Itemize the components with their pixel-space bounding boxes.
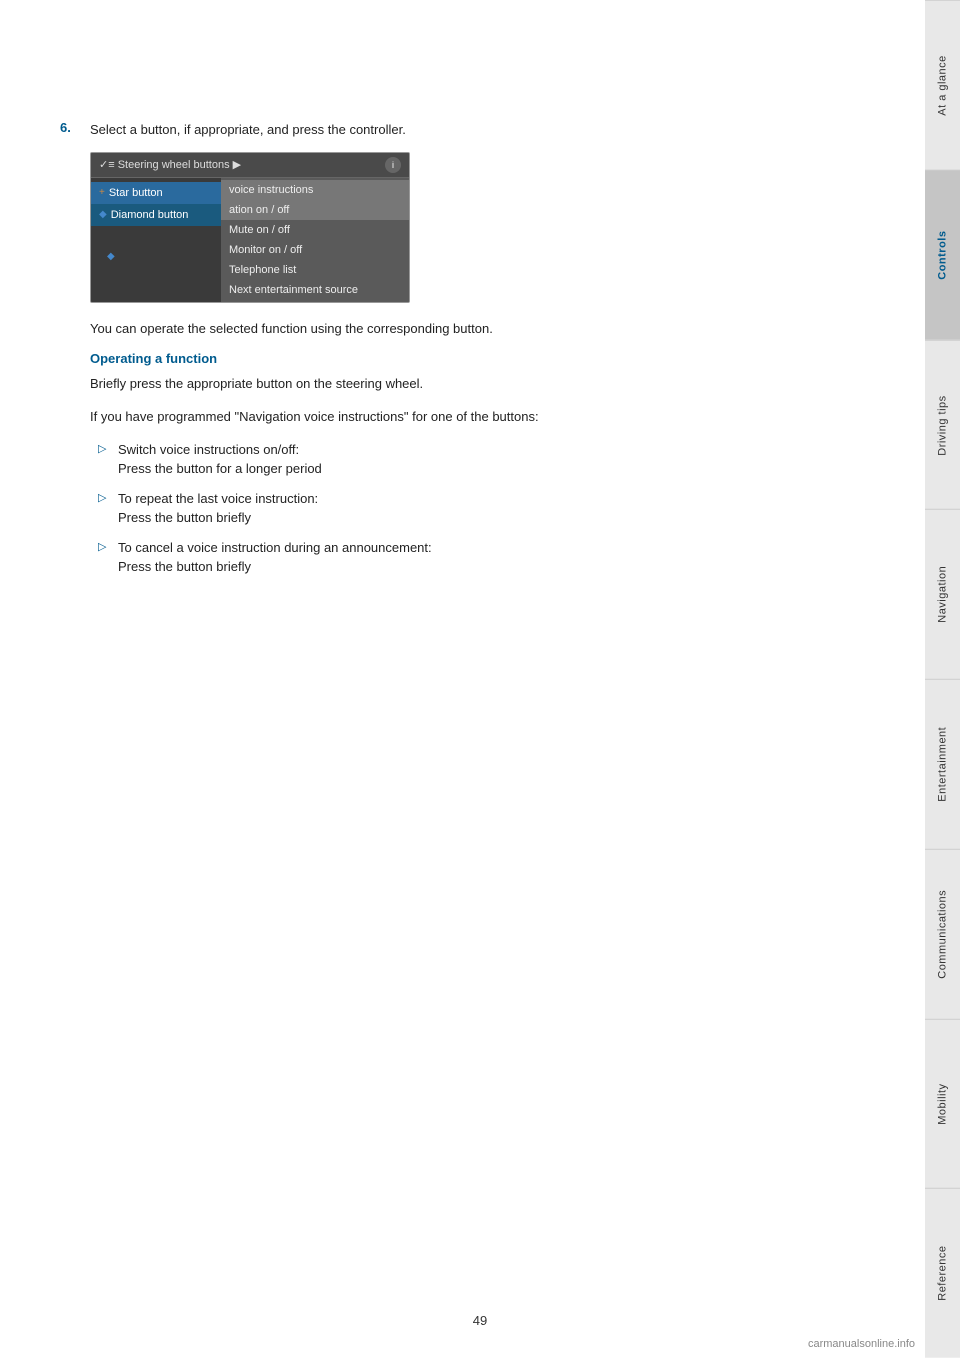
- ui-sidebar: + Star button ◆ Diamond button ◆: [91, 178, 221, 302]
- tab-controls[interactable]: Controls: [925, 170, 960, 340]
- watermark: carmanualsonline.info: [808, 1338, 915, 1350]
- sidebar-empty1: [91, 226, 221, 246]
- tab-reference[interactable]: Reference: [925, 1188, 960, 1358]
- para2: Briefly press the appropriate button on …: [90, 374, 830, 395]
- sidebar-diamond-button[interactable]: ◆ Diamond button: [91, 204, 221, 226]
- tab-controls-label: Controls: [937, 231, 949, 280]
- tab-navigation-label: Navigation: [937, 566, 949, 623]
- bullet-arrow-3: ▷: [98, 540, 110, 553]
- step-number: 6.: [60, 120, 80, 587]
- tab-reference-label: Reference: [937, 1246, 949, 1301]
- ui-mockup: ✓≡ Steering wheel buttons ▶ i + Star but…: [90, 152, 410, 303]
- bullet-item-3: ▷ To cancel a voice instruction during a…: [98, 538, 830, 577]
- bullet-content-3: To cancel a voice instruction during an …: [118, 538, 432, 577]
- diamond-icon: ◆: [99, 209, 107, 220]
- bullet-item-1: ▷ Switch voice instructions on/off: Pres…: [98, 440, 830, 479]
- bullet-sub-1: Press the button for a longer period: [118, 461, 322, 476]
- main-content: 6. Select a button, if appropriate, and …: [60, 120, 890, 603]
- menu-ation-on-off[interactable]: ation on / off: [221, 200, 409, 220]
- bullet-list: ▷ Switch voice instructions on/off: Pres…: [98, 440, 830, 577]
- step-text: Select a button, if appropriate, and pre…: [90, 120, 830, 140]
- menu-voice-instructions[interactable]: voice instructions: [221, 180, 409, 200]
- bullet-main-3: To cancel a voice instruction during an …: [118, 540, 432, 555]
- bullet-main-2: To repeat the last voice instruction:: [118, 491, 318, 506]
- sidebar-star-button[interactable]: + Star button: [91, 182, 221, 204]
- bullet-arrow-2: ▷: [98, 491, 110, 504]
- tab-driving-tips[interactable]: Driving tips: [925, 340, 960, 510]
- para3: If you have programmed "Navigation voice…: [90, 407, 830, 428]
- bullet-content-2: To repeat the last voice instruction: Pr…: [118, 489, 318, 528]
- tab-at-a-glance[interactable]: At a glance: [925, 0, 960, 170]
- right-tabs: At a glance Controls Driving tips Naviga…: [925, 0, 960, 1358]
- step-6: 6. Select a button, if appropriate, and …: [60, 120, 830, 587]
- ui-header: ✓≡ Steering wheel buttons ▶ i: [91, 153, 409, 178]
- bullet-sub-3: Press the button briefly: [118, 559, 251, 574]
- bullet-arrow-1: ▷: [98, 442, 110, 455]
- tab-at-a-glance-label: At a glance: [937, 55, 949, 116]
- menu-mute[interactable]: Mute on / off: [221, 220, 409, 240]
- star-icon: +: [99, 187, 105, 198]
- ui-header-title: ✓≡ Steering wheel buttons ▶: [99, 158, 241, 171]
- bullet-sub-2: Press the button briefly: [118, 510, 251, 525]
- star-label: Star button: [109, 187, 163, 199]
- section-heading: Operating a function: [90, 351, 830, 366]
- menu-monitor[interactable]: Monitor on / off: [221, 240, 409, 260]
- tab-mobility-label: Mobility: [937, 1083, 949, 1124]
- page-number: 49: [473, 1313, 487, 1328]
- para1: You can operate the selected function us…: [90, 319, 830, 340]
- bullet-content-1: Switch voice instructions on/off: Press …: [118, 440, 322, 479]
- step-content: Select a button, if appropriate, and pre…: [90, 120, 830, 587]
- diamond2-icon: ◆: [107, 251, 115, 262]
- ui-badge: i: [385, 157, 401, 173]
- sidebar-diamond2[interactable]: ◆: [91, 246, 221, 267]
- tab-driving-tips-label: Driving tips: [937, 395, 949, 455]
- tab-mobility[interactable]: Mobility: [925, 1019, 960, 1189]
- diamond-label: Diamond button: [111, 209, 189, 221]
- menu-entertainment[interactable]: Next entertainment source: [221, 280, 409, 300]
- ui-menu: voice instructions ation on / off Mute o…: [221, 178, 409, 302]
- ui-body: + Star button ◆ Diamond button ◆: [91, 178, 409, 302]
- bullet-main-1: Switch voice instructions on/off:: [118, 442, 299, 457]
- ui-header-text: ✓≡ Steering wheel buttons ▶: [99, 158, 241, 171]
- tab-communications[interactable]: Communications: [925, 849, 960, 1019]
- tab-communications-label: Communications: [937, 890, 949, 979]
- menu-telephone[interactable]: Telephone list: [221, 260, 409, 280]
- tab-entertainment[interactable]: Entertainment: [925, 679, 960, 849]
- tab-navigation[interactable]: Navigation: [925, 509, 960, 679]
- tab-entertainment-label: Entertainment: [937, 727, 949, 802]
- bullet-item-2: ▷ To repeat the last voice instruction: …: [98, 489, 830, 528]
